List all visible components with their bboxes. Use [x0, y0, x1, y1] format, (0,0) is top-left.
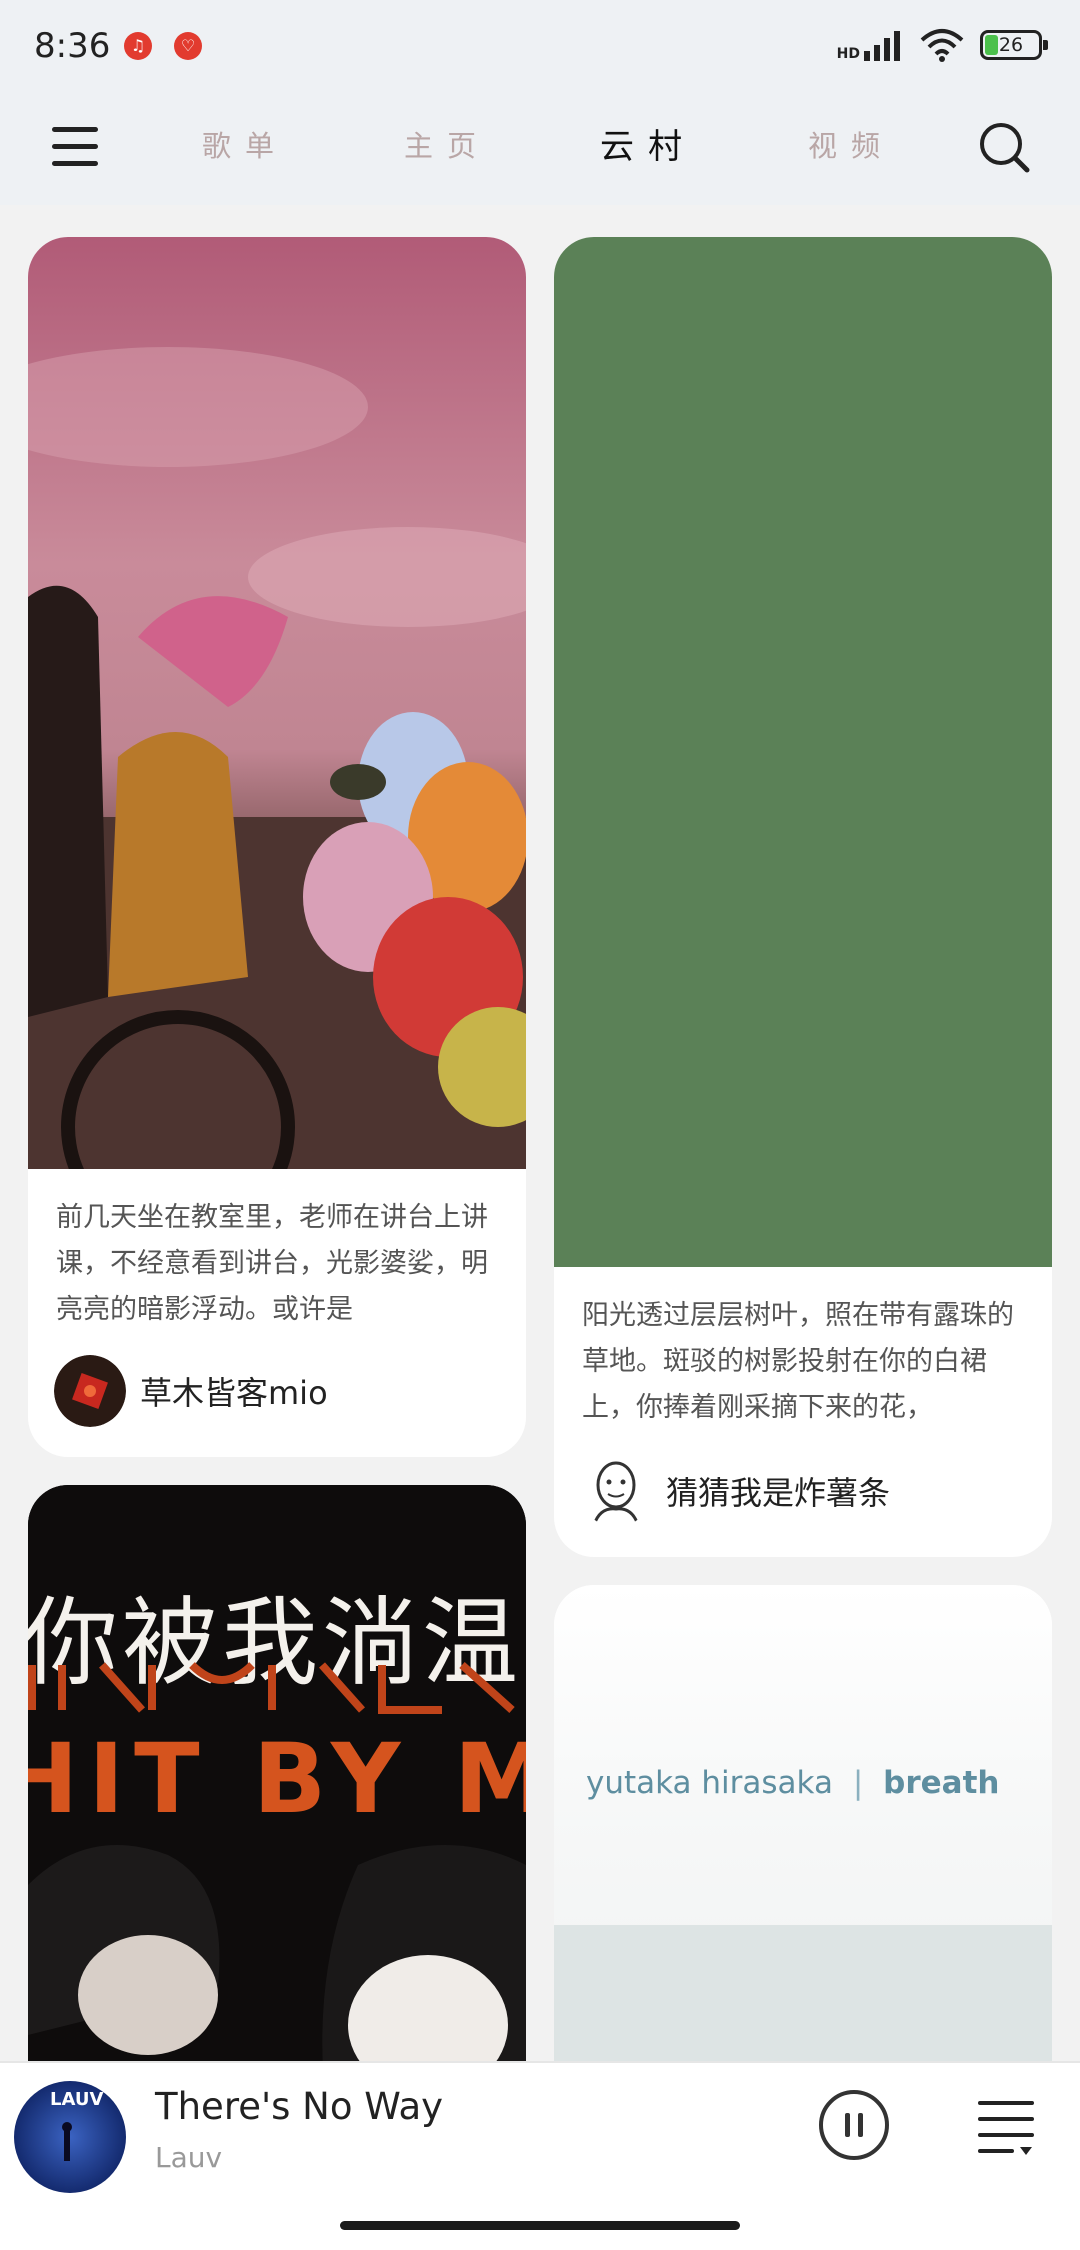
author-name: 猜猜我是炸薯条	[666, 1474, 891, 1512]
status-time: 8:36	[34, 26, 111, 66]
card-author[interactable]: 猜猜我是炸薯条	[580, 1455, 890, 1527]
avatar	[580, 1455, 652, 1527]
status-bar: 8:36 ♫ ♡ HD 26	[0, 0, 1080, 95]
album-artist-text: yutaka hirasaka	[586, 1765, 833, 1801]
album-title-text: breath	[883, 1765, 1000, 1801]
app-notification-icon: ♡	[174, 32, 202, 60]
tab-home[interactable]: 主页	[404, 123, 490, 165]
avatar	[54, 1355, 126, 1427]
feed-card[interactable]: 前几天坐在教室里，老师在讲台上讲课，不经意看到讲台，光影婆娑，明亮亮的暗影浮动。…	[28, 237, 526, 1457]
network-label: HD	[836, 46, 860, 62]
tab-cloud-village[interactable]: 云村	[600, 119, 696, 168]
card-description: 阳光透过层层树叶，照在带有露珠的草地。斑驳的树影投射在你的白裙上，你捧着刚采摘下…	[582, 1300, 1014, 1423]
song-title: There's No Way	[155, 2085, 444, 2128]
battery-level: 26	[998, 34, 1024, 56]
menu-button[interactable]	[52, 127, 98, 167]
playlist-icon[interactable]	[976, 2097, 1036, 2157]
card-cover-image: 你被我淌温 HIT BY ME	[28, 1485, 526, 2125]
artist-name: Lauv	[155, 2141, 223, 2174]
tab-videos[interactable]: 视频	[808, 123, 894, 165]
author-name: 草木皆客mio	[140, 1374, 328, 1412]
album-cover[interactable]: LAUV	[14, 2081, 126, 2193]
home-indicator[interactable]	[340, 2221, 740, 2230]
battery-icon: 26	[980, 30, 1048, 60]
music-notification-icon: ♫	[124, 32, 152, 60]
card-cover-image: yutaka hirasaka | breath	[554, 1585, 1052, 2125]
poster-title-echo	[28, 1655, 526, 1715]
pause-icon[interactable]	[818, 2089, 890, 2161]
wifi-icon	[920, 29, 964, 62]
card-cover-image	[554, 237, 1052, 1267]
top-nav: 歌单 主页 云村 视频	[0, 95, 1080, 205]
card-description: 前几天坐在教室里，老师在讲台上讲课，不经意看到讲台，光影婆娑，明亮亮的暗影浮动。…	[56, 1202, 488, 1325]
poster-subtitle: HIT BY ME	[28, 1723, 526, 1835]
card-cover-image	[28, 237, 526, 1169]
divider: |	[852, 1765, 864, 1801]
feed-card[interactable]: 阳光透过层层树叶，照在带有露珠的草地。斑驳的树影投射在你的白裙上，你捧着刚采摘下…	[554, 237, 1052, 1557]
tab-playlists[interactable]: 歌单	[202, 123, 288, 165]
card-author[interactable]: 草木皆客mio	[54, 1355, 328, 1427]
signal-icon: HD	[837, 29, 904, 61]
top-bar: 8:36 ♫ ♡ HD 26 歌单 主页 云村 视频	[0, 0, 1080, 205]
feed-card[interactable]: 你被我淌温 HIT BY ME	[28, 1485, 526, 2125]
feed-card[interactable]: yutaka hirasaka | breath	[554, 1585, 1052, 2125]
search-icon[interactable]	[978, 121, 1030, 173]
album-art-text: yutaka hirasaka | breath	[586, 1765, 999, 1801]
cover-text: LAUV	[50, 2089, 104, 2110]
